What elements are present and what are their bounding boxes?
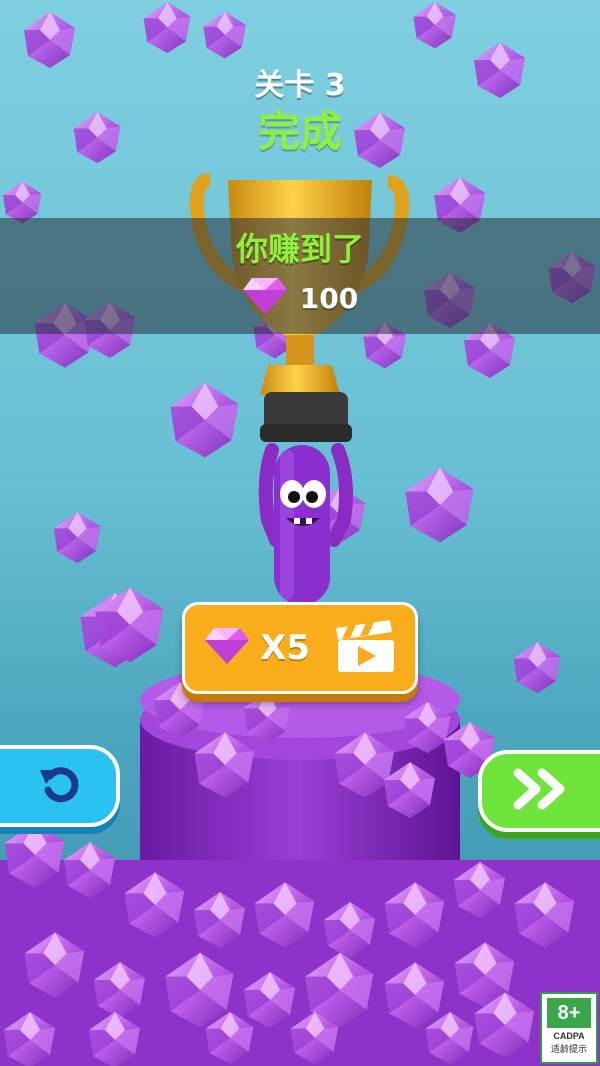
reward-heading: 你赚到了 — [235, 230, 364, 268]
restart-button[interactable] — [0, 745, 120, 827]
reward-row: 100 — [0, 276, 600, 320]
gem-icon — [242, 276, 288, 320]
level-complete-label: 完成 — [257, 107, 342, 156]
multiplier-label: X5 — [260, 628, 310, 668]
gem-icon — [204, 626, 250, 670]
watch-ad-multiplier-button[interactable]: X5 — [182, 602, 418, 694]
age-rating-label: 8+ — [547, 998, 591, 1028]
restart-arrow-icon — [36, 760, 84, 812]
fast-forward-icon — [512, 767, 574, 815]
video-clapper-icon — [334, 620, 396, 676]
next-level-button[interactable] — [478, 750, 600, 832]
purple-character — [258, 443, 353, 605]
reward-amount: 100 — [299, 281, 359, 315]
age-rating-org: CADPA — [553, 1031, 585, 1041]
age-rating-note: 适龄提示 — [550, 1045, 587, 1055]
age-rating-badge: 8+ CADPA 适龄提示 — [540, 992, 598, 1064]
game-scene — [0, 1, 600, 1066]
